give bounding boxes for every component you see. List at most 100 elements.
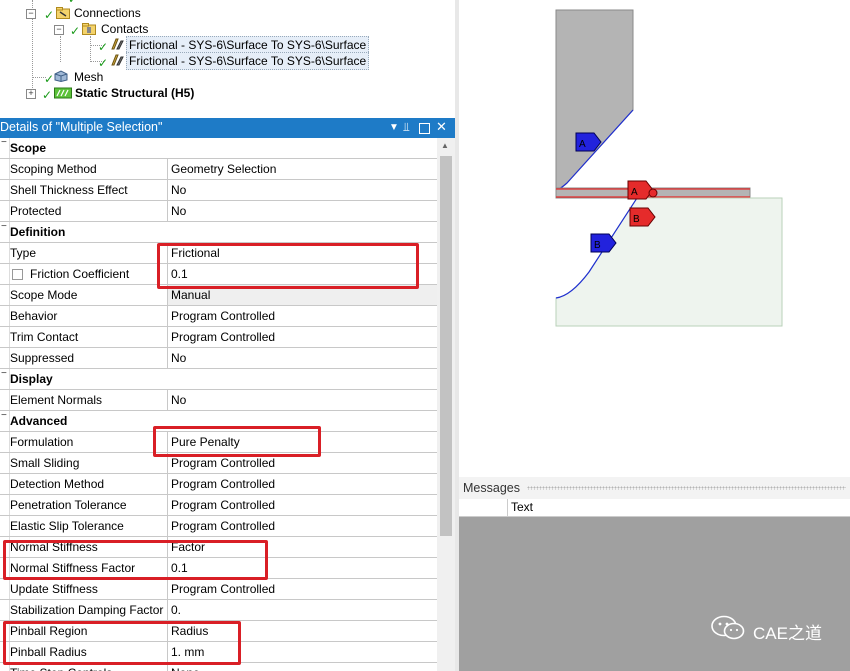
highlight-friction-settings	[157, 243, 419, 289]
property-value[interactable]: 0.	[168, 600, 437, 620]
tree-item-mesh[interactable]: ✓ Mesh	[40, 69, 160, 86]
marker-label: B	[633, 214, 640, 225]
tree-item-static-structural[interactable]: + ✓ Static Structural (H5)	[26, 85, 226, 102]
messages-header: Messages	[459, 477, 850, 499]
tree-item-frictional-1[interactable]: ✓ Frictional - SYS-6\Surface To SYS-6\Su…	[98, 36, 370, 54]
close-icon[interactable]: ✕	[436, 119, 447, 135]
section-definition[interactable]: Definition	[0, 221, 437, 243]
property-row-elastic-slip-tolerance[interactable]: Elastic Slip Tolerance Program Controlled	[0, 516, 437, 537]
messages-title: Messages	[463, 481, 520, 495]
property-value[interactable]: Program Controlled	[168, 306, 437, 326]
property-row-stabilization-damping-factor[interactable]: Stabilization Damping Factor 0.	[0, 600, 437, 621]
property-row-behavior[interactable]: Behavior Program Controlled	[0, 306, 437, 327]
highlight-normal-stiffness	[3, 540, 268, 580]
tree-item-label: Mesh	[74, 70, 104, 84]
highlight-formulation	[153, 426, 321, 457]
property-label: Update Stiffness	[10, 579, 168, 599]
row-gutter	[0, 306, 10, 326]
row-gutter	[0, 495, 10, 515]
property-value[interactable]: No	[168, 180, 437, 200]
property-row-protected[interactable]: Protected No	[0, 201, 437, 222]
watermark: CAE之道	[711, 615, 822, 644]
property-label: Scope Mode	[10, 285, 168, 305]
details-scrollbar[interactable]: ▲	[437, 138, 455, 671]
property-row-penetration-tolerance[interactable]: Penetration Tolerance Program Controlled	[0, 495, 437, 516]
collapse-icon[interactable]	[0, 138, 10, 158]
connections-folder-icon	[56, 7, 70, 19]
property-row-shell-thickness-effect[interactable]: Shell Thickness Effect No	[0, 180, 437, 201]
property-row-suppressed[interactable]: Suppressed No	[0, 348, 437, 369]
property-row-detection-method[interactable]: Detection Method Program Controlled	[0, 474, 437, 495]
collapse-icon[interactable]: −	[54, 25, 64, 35]
property-value[interactable]: No	[168, 390, 437, 410]
contact-region-icon	[111, 38, 124, 50]
messages-body: CAE之道	[459, 517, 850, 671]
contact-region-icon	[111, 54, 124, 66]
expand-icon[interactable]: +	[26, 89, 36, 99]
mesh-icon	[54, 70, 68, 82]
row-gutter	[0, 432, 10, 452]
property-value[interactable]: Program Controlled	[168, 327, 437, 347]
section-scope[interactable]: Scope	[0, 138, 437, 159]
property-value[interactable]: Program Controlled	[168, 516, 437, 536]
row-gutter	[0, 201, 10, 221]
property-value[interactable]: No	[168, 348, 437, 368]
collapse-icon[interactable]	[0, 221, 10, 242]
parameter-checkbox[interactable]	[12, 269, 23, 280]
tree-item-frictional-2[interactable]: ✓ Frictional - SYS-6\Surface To SYS-6\Su…	[98, 52, 370, 70]
section-display[interactable]: Display	[0, 368, 437, 390]
property-label: Shell Thickness Effect	[10, 180, 168, 200]
dropdown-icon[interactable]: ▼	[389, 122, 399, 133]
maximize-icon[interactable]	[419, 123, 430, 134]
property-row-element-normals[interactable]: Element Normals No	[0, 390, 437, 411]
marker-label: B	[594, 240, 601, 251]
messages-column-icon[interactable]	[459, 499, 508, 516]
row-gutter	[0, 159, 10, 179]
panel-grip[interactable]	[527, 486, 846, 490]
collapse-icon[interactable]: −	[26, 9, 36, 19]
details-title: Details of "Multiple Selection"	[0, 120, 163, 134]
tree-item-contacts[interactable]: − ✓ Contacts	[54, 21, 254, 38]
property-label: Suppressed	[10, 348, 168, 368]
property-label: Protected	[10, 201, 168, 221]
scroll-thumb[interactable]	[440, 156, 452, 536]
property-label: Formulation	[10, 432, 168, 452]
project-tree: ✓ − ✓ Connections − ✓ Contacts ✓ Frictio…	[0, 0, 455, 118]
row-gutter	[0, 180, 10, 200]
property-row-scoping-method[interactable]: Scoping Method Geometry Selection	[0, 159, 437, 180]
property-value[interactable]: Program Controlled	[168, 495, 437, 515]
property-label: Detection Method	[10, 474, 168, 494]
tree-connector	[60, 36, 61, 62]
collapse-icon[interactable]	[0, 410, 10, 431]
static-structural-icon	[54, 87, 72, 99]
collapse-icon[interactable]	[0, 368, 10, 389]
property-value[interactable]: No	[168, 201, 437, 221]
wechat-icon	[711, 615, 745, 640]
row-gutter	[0, 453, 10, 473]
tree-connector	[32, 18, 33, 94]
marker-a-red[interactable]: A	[627, 180, 658, 200]
messages-column-text[interactable]: Text	[511, 500, 533, 514]
property-row-trim-contact[interactable]: Trim Contact Program Controlled	[0, 327, 437, 348]
graphics-viewport[interactable]: A A B B	[459, 0, 850, 472]
property-value[interactable]: Program Controlled	[168, 474, 437, 494]
property-value[interactable]: Program Controlled	[168, 579, 437, 599]
messages-column-headers: Text	[459, 499, 850, 517]
tree-item-connections[interactable]: − ✓ Connections	[26, 5, 226, 22]
row-gutter	[0, 579, 10, 599]
property-label: Friction Coefficient	[10, 264, 168, 284]
tree-item-label: Connections	[74, 6, 141, 20]
property-value[interactable]: Geometry Selection	[168, 159, 437, 179]
property-row-update-stiffness[interactable]: Update Stiffness Program Controlled	[0, 579, 437, 600]
details-panel-header: Details of "Multiple Selection" ▼ ⫫ ✕	[0, 118, 455, 138]
row-gutter	[0, 348, 10, 368]
section-label: Definition	[10, 225, 66, 239]
property-label: Small Sliding	[10, 453, 168, 473]
property-label: Type	[10, 243, 168, 263]
pin-icon[interactable]: ⫫	[403, 120, 410, 135]
property-label: Element Normals	[10, 390, 168, 410]
row-gutter	[0, 474, 10, 494]
row-gutter	[0, 285, 10, 305]
section-label: Scope	[10, 141, 47, 155]
scroll-up-icon[interactable]: ▲	[441, 141, 449, 150]
